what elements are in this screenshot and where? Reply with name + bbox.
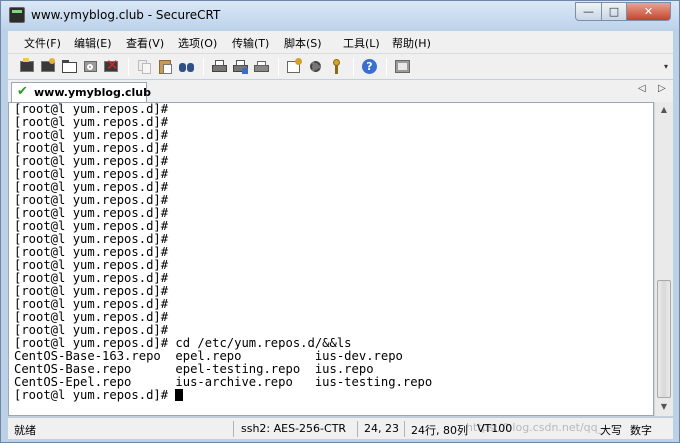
menu-bar: 文件(F) 编辑(E) 查看(V) 选项(O) 传输(T) 脚本(S) 工具(L… [8,31,673,53]
paste-icon[interactable] [157,58,174,75]
tab-www-ymyblog-club[interactable]: ✔ www.ymyblog.club [11,82,151,102]
toolbar-overflow-icon[interactable]: ▾ [664,62,668,71]
help-icon[interactable]: ? [361,58,378,75]
menu-transfer[interactable]: 传输(T) [232,35,269,51]
menu-file[interactable]: 文件(F) [24,35,61,51]
securecrt-window: www.ymyblog.club - SecureCRT — □ ✕ 文件(F)… [0,0,680,443]
session-tab-bar: ✔ www.ymyblog.club ◁ ▷ [8,80,673,102]
print-icon-2[interactable] [253,58,270,75]
terminal-view[interactable]: [root@l yum.repos.d]# [root@l yum.repos.… [8,102,654,416]
global-options-icon[interactable] [307,58,324,75]
print-icon[interactable] [211,58,228,75]
status-state: 就绪 [14,424,36,437]
print-setup-icon[interactable] [232,58,249,75]
status-bar: 就绪 ssh2: AES-256-CTR 24, 23 24行, 80列 htt… [8,417,673,439]
status-cipher: ssh2: AES-256-CTR [241,422,347,435]
tab-label: www.ymyblog.club [34,86,152,99]
terminal-scrollbar[interactable]: ▲ ▼ [654,102,673,416]
status-caps-lock: 大写 [600,424,622,437]
menu-edit[interactable]: 编辑(E) [74,35,112,51]
sftp-icon[interactable] [394,58,411,75]
securecrt-app-icon [9,7,25,23]
terminal-prompt: [root@l yum.repos.d]# [14,388,176,402]
status-cursor-position: 24, 23 [364,422,399,435]
scroll-down-button[interactable]: ▼ [656,399,672,415]
terminal-prompt-line[interactable]: [root@l yum.repos.d]# [14,388,184,402]
menu-tools[interactable]: 工具(L) [343,35,380,51]
menu-script[interactable]: 脚本(S) [284,35,322,51]
status-num-lock: 数字 [630,424,652,437]
maximize-button[interactable]: □ [601,2,627,21]
window-title: www.ymyblog.club - SecureCRT [31,8,221,22]
title-bar[interactable]: www.ymyblog.club - SecureCRT — □ ✕ [1,1,679,30]
connect-icon[interactable] [19,58,36,75]
menu-help[interactable]: 帮助(H) [392,35,431,51]
connected-check-icon: ✔ [17,84,28,99]
reconnect-icon[interactable] [82,58,99,75]
tab-next-icon[interactable]: ▷ [658,83,666,94]
close-button[interactable]: ✕ [626,2,671,21]
tab-prev-icon[interactable]: ◁ [638,83,646,94]
scrollbar-thumb[interactable] [657,280,671,398]
keymap-icon[interactable] [328,58,345,75]
minimize-button[interactable]: — [575,2,602,21]
menu-view[interactable]: 查看(V) [126,35,164,51]
status-emulation: VT100 [477,422,513,435]
text-cursor [175,389,184,401]
toolbar: ✕ ? ▾ [8,53,673,79]
menu-options[interactable]: 选项(O) [178,35,217,51]
find-icon[interactable] [178,58,195,75]
copy-icon[interactable] [136,58,153,75]
session-options-icon[interactable] [286,58,303,75]
status-terminal-size: 24行, 80列 [411,424,468,437]
quick-connect-icon[interactable] [40,58,57,75]
disconnect-icon[interactable]: ✕ [103,58,120,75]
connect-in-tab-icon[interactable] [61,58,78,75]
scroll-up-button[interactable]: ▲ [656,102,672,118]
